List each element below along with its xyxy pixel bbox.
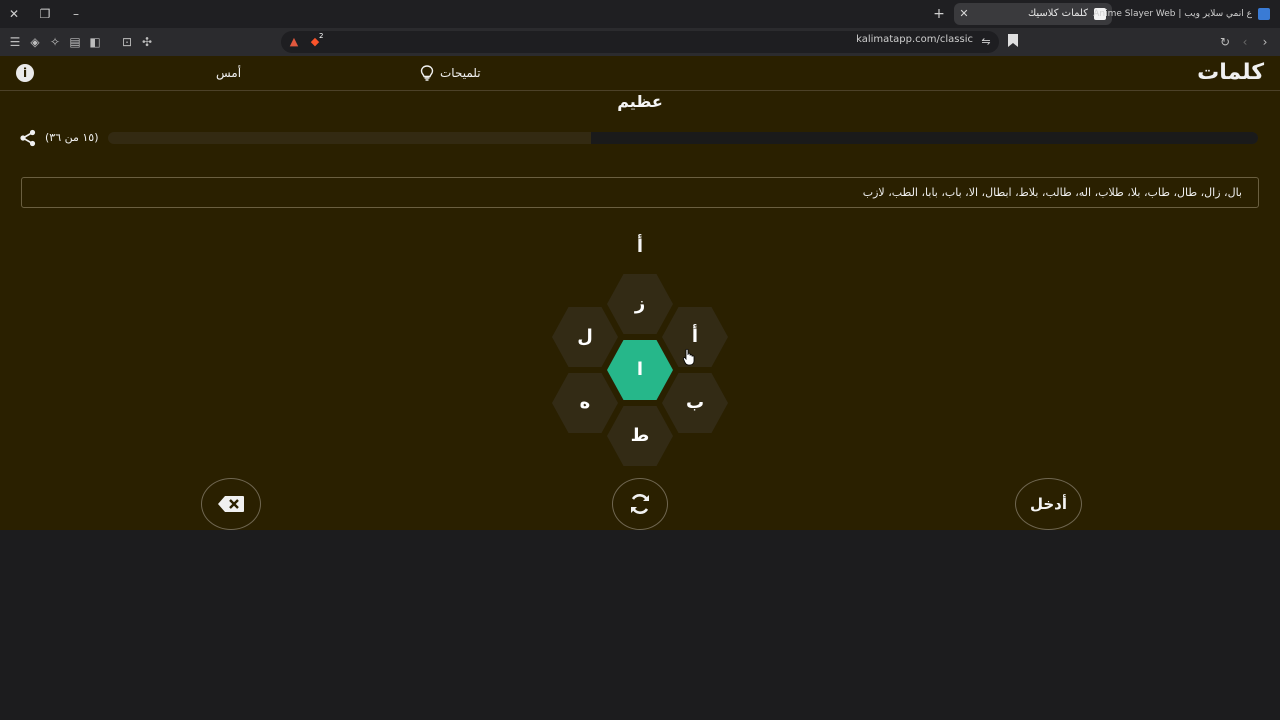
- minimize-window-icon[interactable]: –: [66, 4, 86, 24]
- tab-kalimat[interactable]: ✕ كلمات كلاسيك: [954, 3, 1112, 25]
- yesterday-button[interactable]: أمس: [216, 66, 241, 80]
- enter-button[interactable]: أدخل: [1015, 478, 1082, 530]
- delete-button[interactable]: [201, 478, 261, 530]
- lightbulb-icon: [420, 65, 434, 81]
- brave-rewards-icon[interactable]: ▲: [287, 35, 301, 49]
- rank-title: عظيم: [617, 92, 663, 111]
- reload-icon[interactable]: ↻: [1217, 34, 1233, 50]
- back-icon[interactable]: ›: [1257, 34, 1273, 50]
- address-bar[interactable]: ▲ ◆ 2 kalimatapp.com/classic ⇋: [281, 31, 999, 53]
- share-icon[interactable]: [19, 129, 37, 147]
- tab-title: كلمات كلاسيك: [1027, 8, 1088, 19]
- hints-button[interactable]: تلميحات: [420, 65, 481, 81]
- site-settings-icon[interactable]: ⇋: [979, 35, 993, 49]
- info-icon[interactable]: i: [16, 64, 34, 82]
- shuffle-button[interactable]: [612, 478, 668, 530]
- game-app: كلمات تلميحات أمس i عظيم (١٥ من ٣٦) بال،…: [0, 56, 1280, 530]
- bookmark-icon[interactable]: [1008, 34, 1022, 50]
- progress-fill: [591, 132, 1258, 144]
- current-word: أ: [636, 236, 644, 257]
- shield-badge: 2: [319, 32, 324, 40]
- url-text[interactable]: kalimatapp.com/classic: [856, 34, 973, 45]
- extensions-icon[interactable]: ✧: [47, 34, 63, 50]
- shuffle-icon: [631, 494, 649, 514]
- hints-label: تلميحات: [440, 66, 481, 80]
- app-logo[interactable]: كلمات: [1197, 60, 1264, 85]
- found-count: (١٥ من ٣٦): [45, 131, 99, 144]
- enter-label: أدخل: [1029, 495, 1068, 513]
- anime-slayer-favicon: [1258, 8, 1270, 20]
- letter-hex-bottom-left[interactable]: ه: [552, 373, 618, 433]
- sidebar-icon[interactable]: ◧: [87, 34, 103, 50]
- backspace-icon: [218, 496, 244, 512]
- shield-icon[interactable]: ◈: [27, 34, 43, 50]
- found-words-box[interactable]: بال، زال، طال، طاب، بلا، طلاب، اله، طالب…: [21, 177, 1259, 208]
- letter-hex-top[interactable]: ز: [607, 274, 673, 334]
- tab-title: Anime Slayer Web | ع انمي سلاير ويب: [1093, 9, 1252, 19]
- letter-hex-center[interactable]: ا: [607, 340, 673, 400]
- mouse-cursor-icon: [683, 348, 695, 366]
- browser-tab-bar: ✕ ❐ – + ✕ كلمات كلاسيك Anime Slayer Web …: [0, 0, 1280, 28]
- letter-hex-bottom-right[interactable]: ب: [662, 373, 728, 433]
- new-tab-button[interactable]: +: [930, 4, 948, 24]
- letter-hex-top-right[interactable]: أ: [662, 307, 728, 367]
- letter-hex-top-left[interactable]: ل: [552, 307, 618, 367]
- menu-icon[interactable]: ☰: [7, 34, 23, 50]
- wallet-icon[interactable]: ▤: [67, 34, 83, 50]
- forward-icon[interactable]: ‹: [1237, 34, 1253, 50]
- close-window-icon[interactable]: ✕: [4, 4, 24, 24]
- found-words-text: بال، زال، طال، طاب، بلا، طلاب، اله، طالب…: [862, 186, 1242, 199]
- screenshot-icon[interactable]: ⊡: [119, 34, 135, 50]
- letter-hex-bottom[interactable]: ط: [607, 406, 673, 466]
- tab-anime-slayer[interactable]: Anime Slayer Web | ع انمي سلاير ويب: [1093, 3, 1276, 25]
- app-header: كلمات تلميحات أمس i: [0, 56, 1280, 91]
- restore-window-icon[interactable]: ❐: [35, 4, 55, 24]
- close-tab-icon[interactable]: ✕: [956, 3, 972, 25]
- progress-bar: [108, 132, 1258, 144]
- puzzle-icon[interactable]: ✣: [139, 34, 155, 50]
